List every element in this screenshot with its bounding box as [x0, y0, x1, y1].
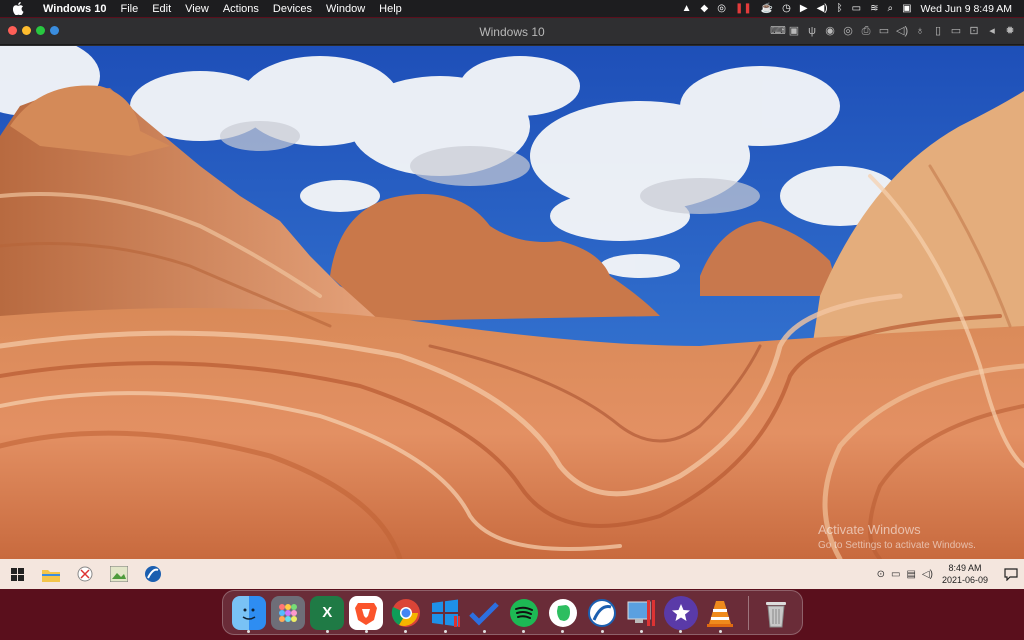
- trash-icon: [759, 596, 793, 630]
- gear-icon[interactable]: ✹: [1004, 24, 1016, 38]
- battery-icon[interactable]: ▭: [852, 3, 861, 14]
- vpn-icon[interactable]: ◎: [717, 3, 726, 14]
- control-center-icon[interactable]: ▣: [902, 3, 911, 14]
- dock-todo[interactable]: [465, 590, 504, 635]
- battery-icon[interactable]: ▭: [891, 569, 900, 580]
- vm-window: Windows 10 ⌨ ▣ ψ ◉ ◎ ⎙ ▭ ◁) ♁ ▯ ▭ ⊡ ◂ ✹: [0, 18, 1024, 589]
- mac-dock: X: [222, 590, 803, 635]
- windows-icon: [428, 596, 462, 630]
- volume-icon[interactable]: ◀): [817, 3, 828, 14]
- start-icon[interactable]: [0, 559, 34, 589]
- coffee-icon[interactable]: ☕: [761, 3, 773, 14]
- star-icon: [663, 595, 698, 630]
- dock-imovie[interactable]: [661, 590, 700, 635]
- evernote-icon[interactable]: ◆: [701, 3, 709, 14]
- volume-icon[interactable]: ◁): [922, 569, 933, 580]
- activate-title: Activate Windows: [818, 522, 921, 537]
- mac-menu-bar: Windows 10 File Edit View Actions Device…: [0, 0, 1024, 17]
- dock-chrome[interactable]: [386, 590, 425, 635]
- excel-icon: X: [310, 595, 345, 630]
- dock-vlc[interactable]: [700, 590, 739, 635]
- vlc-icon[interactable]: ▲: [682, 3, 692, 14]
- snipping-tool-icon[interactable]: [68, 559, 102, 589]
- window-titlebar[interactable]: Windows 10 ⌨ ▣ ψ ◉ ◎ ⎙ ▭ ◁) ♁ ▯ ▭ ⊡ ◂ ✹: [0, 18, 1024, 45]
- taskbar-time: 8:49 AM: [948, 563, 982, 573]
- notification-icon[interactable]: [998, 567, 1024, 581]
- bluetooth-icon[interactable]: ᛒ: [837, 3, 843, 14]
- file-explorer-icon[interactable]: [34, 559, 68, 589]
- menu-edit[interactable]: Edit: [152, 3, 171, 15]
- spotify-icon: [507, 596, 541, 630]
- brave-icon: [349, 595, 384, 630]
- parallels-monitor-icon: [624, 596, 658, 630]
- dock-evernote[interactable]: [543, 590, 582, 635]
- todo-check-icon: [467, 596, 501, 630]
- dock-trash[interactable]: [757, 590, 796, 635]
- play-icon[interactable]: ▶: [800, 3, 808, 14]
- parallels-icon[interactable]: ❚❚: [735, 3, 752, 14]
- browser-icon[interactable]: [136, 559, 170, 589]
- search-icon[interactable]: ⌕: [887, 3, 893, 14]
- menu-file[interactable]: File: [120, 3, 138, 15]
- clock-icon[interactable]: ◷: [782, 3, 791, 14]
- menu-view[interactable]: View: [185, 3, 209, 15]
- usb-icon[interactable]: ψ: [806, 24, 818, 38]
- windows-desktop[interactable]: Activate Windows Go to Settings to activ…: [0, 46, 1024, 559]
- activate-windows-watermark: Activate Windows Go to Settings to activ…: [818, 522, 976, 551]
- disk-icon[interactable]: ◎: [842, 24, 854, 38]
- wallpaper-image: [0, 46, 1024, 559]
- apple-icon[interactable]: [13, 2, 27, 15]
- evernote-icon: [546, 596, 580, 630]
- photo-app-icon[interactable]: [102, 559, 136, 589]
- finder-icon: [231, 595, 266, 630]
- network-icon[interactable]: ▤: [906, 569, 915, 580]
- dock-parallels[interactable]: [622, 590, 661, 635]
- dock-launchpad[interactable]: [268, 590, 307, 635]
- taskbar-date: 2021-06-09: [941, 575, 988, 585]
- keyboard-icon[interactable]: ⌨: [770, 24, 786, 38]
- dock-brave[interactable]: [347, 590, 386, 635]
- phone-icon[interactable]: ▯: [932, 24, 944, 38]
- printer-icon[interactable]: ⎙: [860, 24, 872, 38]
- dock-excel[interactable]: X: [308, 590, 347, 635]
- launchpad-icon: [270, 595, 305, 630]
- wifi-icon[interactable]: ≋: [870, 3, 878, 14]
- system-tray: ⊙ ▭ ▤ ◁) 8:49 AM 2021-06-09: [874, 559, 1024, 589]
- chip-icon[interactable]: ▣: [788, 24, 800, 38]
- menu-actions[interactable]: Actions: [223, 3, 259, 15]
- dock-spotify[interactable]: [504, 590, 543, 635]
- dock-separator: [747, 595, 749, 630]
- windows-taskbar: ⊙ ▭ ▤ ◁) 8:49 AM 2021-06-09: [0, 559, 1024, 589]
- chrome-icon: [389, 596, 423, 630]
- share-icon[interactable]: ⊡: [968, 24, 980, 38]
- menu-app-name[interactable]: Windows 10: [43, 3, 106, 15]
- cd-icon[interactable]: ◉: [824, 24, 836, 38]
- volume-icon[interactable]: ◁): [896, 24, 908, 38]
- arrow-left-icon[interactable]: ◂: [986, 24, 998, 38]
- menu-clock[interactable]: Wed Jun 9 8:49 AM: [921, 3, 1012, 15]
- vm-toolbar: ⌨ ▣ ψ ◉ ◎ ⎙ ▭ ◁) ♁ ▯ ▭ ⊡ ◂ ✹: [770, 24, 1016, 38]
- menu-window[interactable]: Window: [326, 3, 365, 15]
- mic-icon[interactable]: ♁: [914, 24, 926, 38]
- meet-icon[interactable]: ⊙: [877, 569, 885, 580]
- dock-safari-connect[interactable]: [583, 590, 622, 635]
- camera-icon[interactable]: ▭: [950, 24, 962, 38]
- globe-icon: [585, 596, 619, 630]
- activate-subtitle: Go to Settings to activate Windows.: [818, 540, 976, 551]
- folder-icon[interactable]: ▭: [878, 24, 890, 38]
- menu-help[interactable]: Help: [379, 3, 402, 15]
- menu-devices[interactable]: Devices: [273, 3, 312, 15]
- vlc-cone-icon: [703, 596, 737, 630]
- taskbar-clock[interactable]: 8:49 AM 2021-06-09: [942, 562, 988, 586]
- dock-windows10[interactable]: [425, 590, 464, 635]
- dock-finder[interactable]: [229, 590, 268, 635]
